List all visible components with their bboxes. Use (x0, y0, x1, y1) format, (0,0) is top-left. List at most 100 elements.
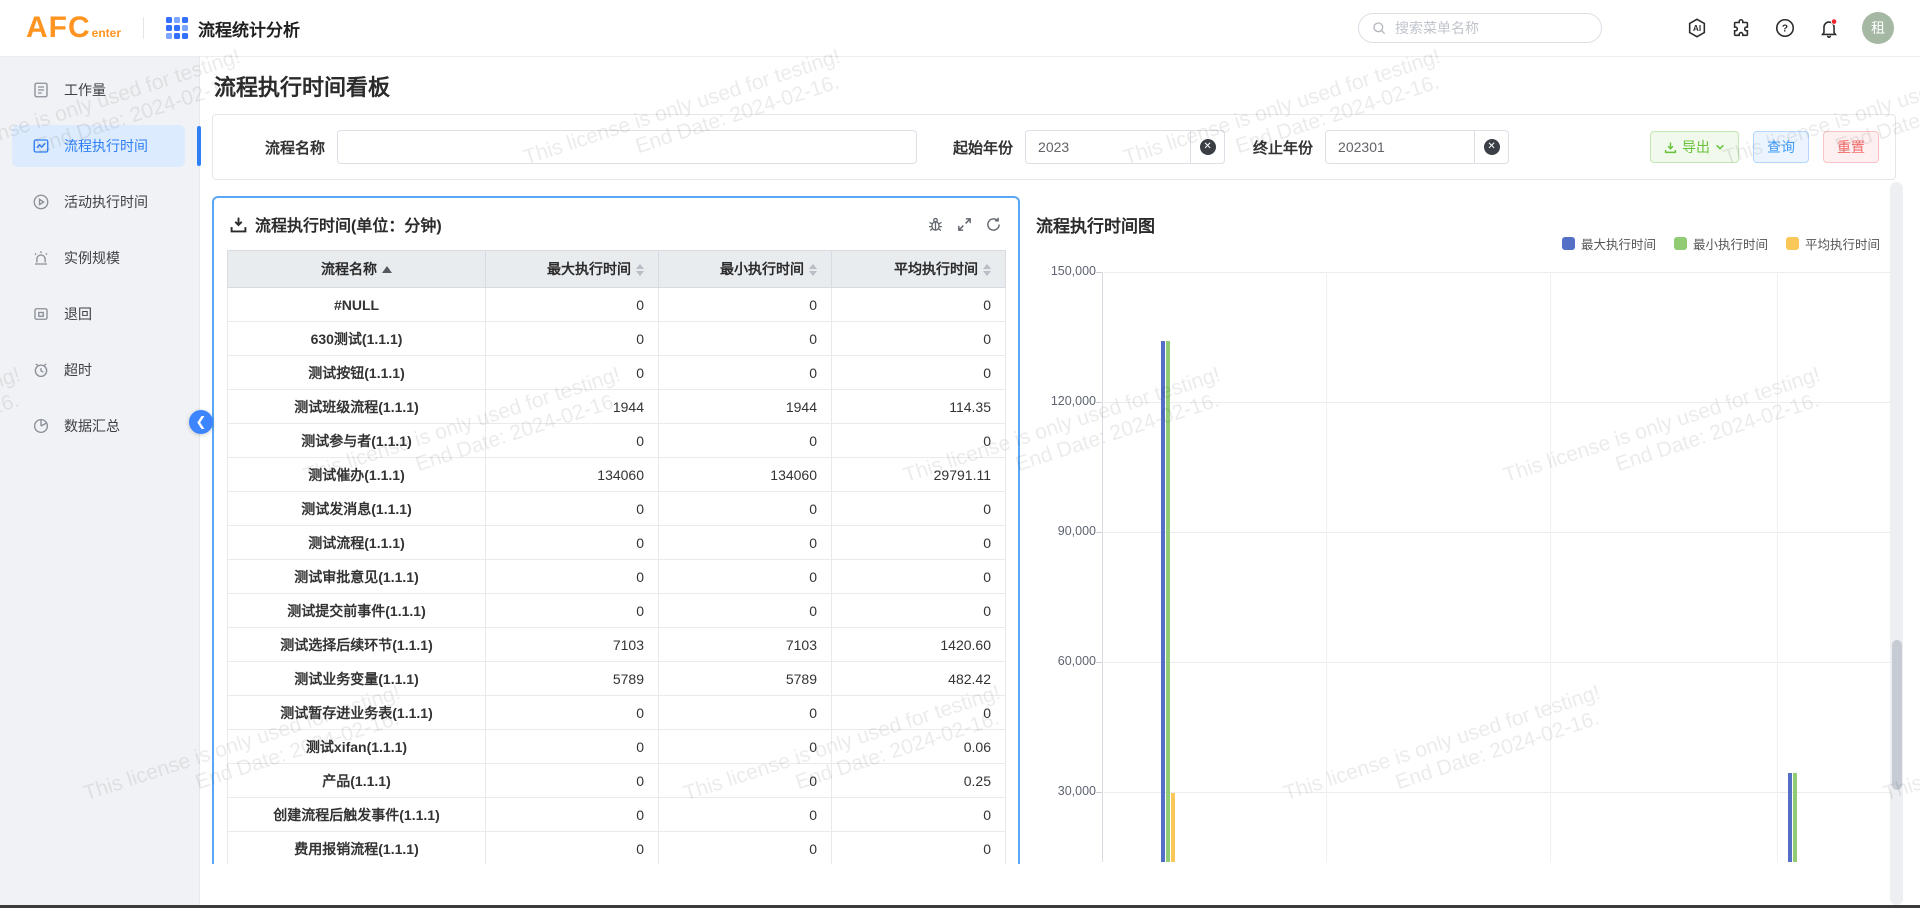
export-button[interactable]: 导出 (1650, 131, 1739, 163)
y-tick-label: 30,000 (1028, 784, 1096, 798)
value-cell: 0 (832, 696, 1006, 730)
process-name-cell: 630测试(1.1.1) (228, 322, 486, 356)
value-cell: 0 (486, 730, 659, 764)
help-icon[interactable]: ? (1774, 17, 1796, 39)
v-gridline (1777, 272, 1778, 862)
sidebar-item-5[interactable]: 退回 (0, 293, 199, 335)
bar-平均执行时间[interactable] (1171, 793, 1175, 862)
user-avatar[interactable]: 租 (1862, 12, 1894, 44)
table-row[interactable]: 测试参与者(1.1.1)000 (228, 424, 1006, 458)
table-row[interactable]: 创建流程后触发事件(1.1.1)000 (228, 798, 1006, 832)
table-row[interactable]: 测试催办(1.1.1)13406013406029791.11 (228, 458, 1006, 492)
sidebar-item-6[interactable]: 超时 (0, 349, 199, 391)
bar-最大执行时间[interactable] (1788, 773, 1792, 862)
pie-icon (32, 417, 50, 435)
ai-assistant-icon[interactable]: AI (1686, 17, 1708, 39)
column-header-1[interactable]: 流程名称 (228, 251, 486, 288)
return-icon (32, 305, 50, 323)
sidebar-item-1[interactable]: 工作量 (0, 69, 199, 111)
column-header-4[interactable]: 平均执行时间 (832, 251, 1006, 288)
sidebar-item-4[interactable]: 实例规模 (0, 237, 199, 279)
value-cell: 0 (659, 798, 832, 832)
y-tick-label: 120,000 (1028, 394, 1096, 408)
y-tick-label: 60,000 (1028, 654, 1096, 668)
table-row[interactable]: 630测试(1.1.1)000 (228, 322, 1006, 356)
table-row[interactable]: #NULL000 (228, 288, 1006, 322)
value-cell: 0 (486, 764, 659, 798)
table-row[interactable]: 测试按钮(1.1.1)000 (228, 356, 1006, 390)
afc-logo[interactable]: AFC enter (26, 11, 121, 45)
table-row[interactable]: 产品(1.1.1)000.25 (228, 764, 1006, 798)
legend-item[interactable]: 最小执行时间 (1674, 234, 1768, 253)
sidebar-item-3[interactable]: 活动执行时间 (0, 181, 199, 223)
column-header-3[interactable]: 最小执行时间 (659, 251, 832, 288)
table-row[interactable]: 费用报销流程(1.1.1)000 (228, 832, 1006, 865)
h-gridline (1102, 662, 1890, 663)
search-icon (1371, 20, 1387, 36)
table-row[interactable]: 测试业务变量(1.1.1)57895789482.42 (228, 662, 1006, 696)
sidebar-item-label: 实例规模 (64, 248, 120, 268)
value-cell: 7103 (659, 628, 832, 662)
value-cell: 0 (832, 288, 1006, 322)
table-row[interactable]: 测试流程(1.1.1)000 (228, 526, 1006, 560)
table-row[interactable]: 测试xifan(1.1.1)000.06 (228, 730, 1006, 764)
app-grid-icon[interactable] (166, 17, 188, 39)
play-icon (32, 193, 50, 211)
menu-search-box[interactable] (1358, 13, 1602, 43)
value-cell: 0 (486, 322, 659, 356)
table-row[interactable]: 测试暂存进业务表(1.1.1)000 (228, 696, 1006, 730)
value-cell: 0 (659, 322, 832, 356)
start-year-input[interactable] (1025, 130, 1191, 164)
sidebar-item-7[interactable]: 数据汇总 (0, 405, 199, 447)
table-row[interactable]: 测试班级流程(1.1.1)19441944114.35 (228, 390, 1006, 424)
value-cell: 0 (486, 696, 659, 730)
sort-icon (983, 264, 991, 276)
bar-最小执行时间[interactable] (1793, 773, 1797, 862)
download-icon[interactable] (230, 216, 247, 233)
chart-plot-area: 150,000120,00090,00060,00030,000 (1102, 272, 1890, 862)
y-tick-label: 90,000 (1028, 524, 1096, 538)
menu-search-input[interactable] (1395, 20, 1589, 36)
process-name-cell: 测试提交前事件(1.1.1) (228, 594, 486, 628)
y-tickmark (1096, 402, 1102, 403)
end-year-input[interactable] (1325, 130, 1475, 164)
table-row[interactable]: 测试发消息(1.1.1)000 (228, 492, 1006, 526)
sidebar-item-label: 工作量 (64, 80, 106, 100)
column-header-2[interactable]: 最大执行时间 (486, 251, 659, 288)
plugin-puzzle-icon[interactable] (1730, 17, 1752, 39)
value-cell: 0 (486, 288, 659, 322)
value-cell: 0 (832, 356, 1006, 390)
v-gridline (1326, 272, 1327, 862)
expand-icon[interactable] (956, 216, 973, 233)
value-cell: 0 (659, 560, 832, 594)
sidebar-item-2[interactable]: 流程执行时间 (0, 125, 199, 167)
table-row[interactable]: 测试审批意见(1.1.1)000 (228, 560, 1006, 594)
sidebar-item-label: 活动执行时间 (64, 192, 148, 212)
debug-bug-icon[interactable] (927, 216, 944, 233)
process-name-cell: 测试审批意见(1.1.1) (228, 560, 486, 594)
end-year-clear-button[interactable]: ✕ (1475, 130, 1509, 164)
bar-最大执行时间[interactable] (1161, 341, 1165, 862)
process-name-cell: 测试参与者(1.1.1) (228, 424, 486, 458)
legend-item[interactable]: 平均执行时间 (1786, 234, 1880, 253)
start-year-clear-button[interactable]: ✕ (1191, 130, 1225, 164)
value-cell: 482.42 (832, 662, 1006, 696)
app-title: 流程统计分析 (198, 16, 300, 41)
reset-button[interactable]: 重置 (1823, 131, 1879, 163)
refresh-icon[interactable] (985, 216, 1002, 233)
legend-item[interactable]: 最大执行时间 (1562, 234, 1656, 253)
table-row[interactable]: 测试提交前事件(1.1.1)000 (228, 594, 1006, 628)
table-row[interactable]: 测试选择后续环节(1.1.1)710371031420.60 (228, 628, 1006, 662)
page-scrollbar-track[interactable] (1890, 182, 1903, 905)
notification-bell-icon[interactable] (1818, 17, 1840, 39)
sidebar-collapse-button[interactable]: ❮ (189, 410, 213, 434)
page-scrollbar-thumb[interactable] (1892, 640, 1902, 790)
process-name-input[interactable] (337, 130, 917, 164)
process-name-cell: 测试流程(1.1.1) (228, 526, 486, 560)
bar-最小执行时间[interactable] (1166, 341, 1170, 862)
value-cell: 0 (659, 356, 832, 390)
h-gridline (1102, 272, 1890, 273)
query-button[interactable]: 查询 (1753, 131, 1809, 163)
end-year-label: 终止年份 (1253, 137, 1313, 158)
value-cell: 134060 (486, 458, 659, 492)
